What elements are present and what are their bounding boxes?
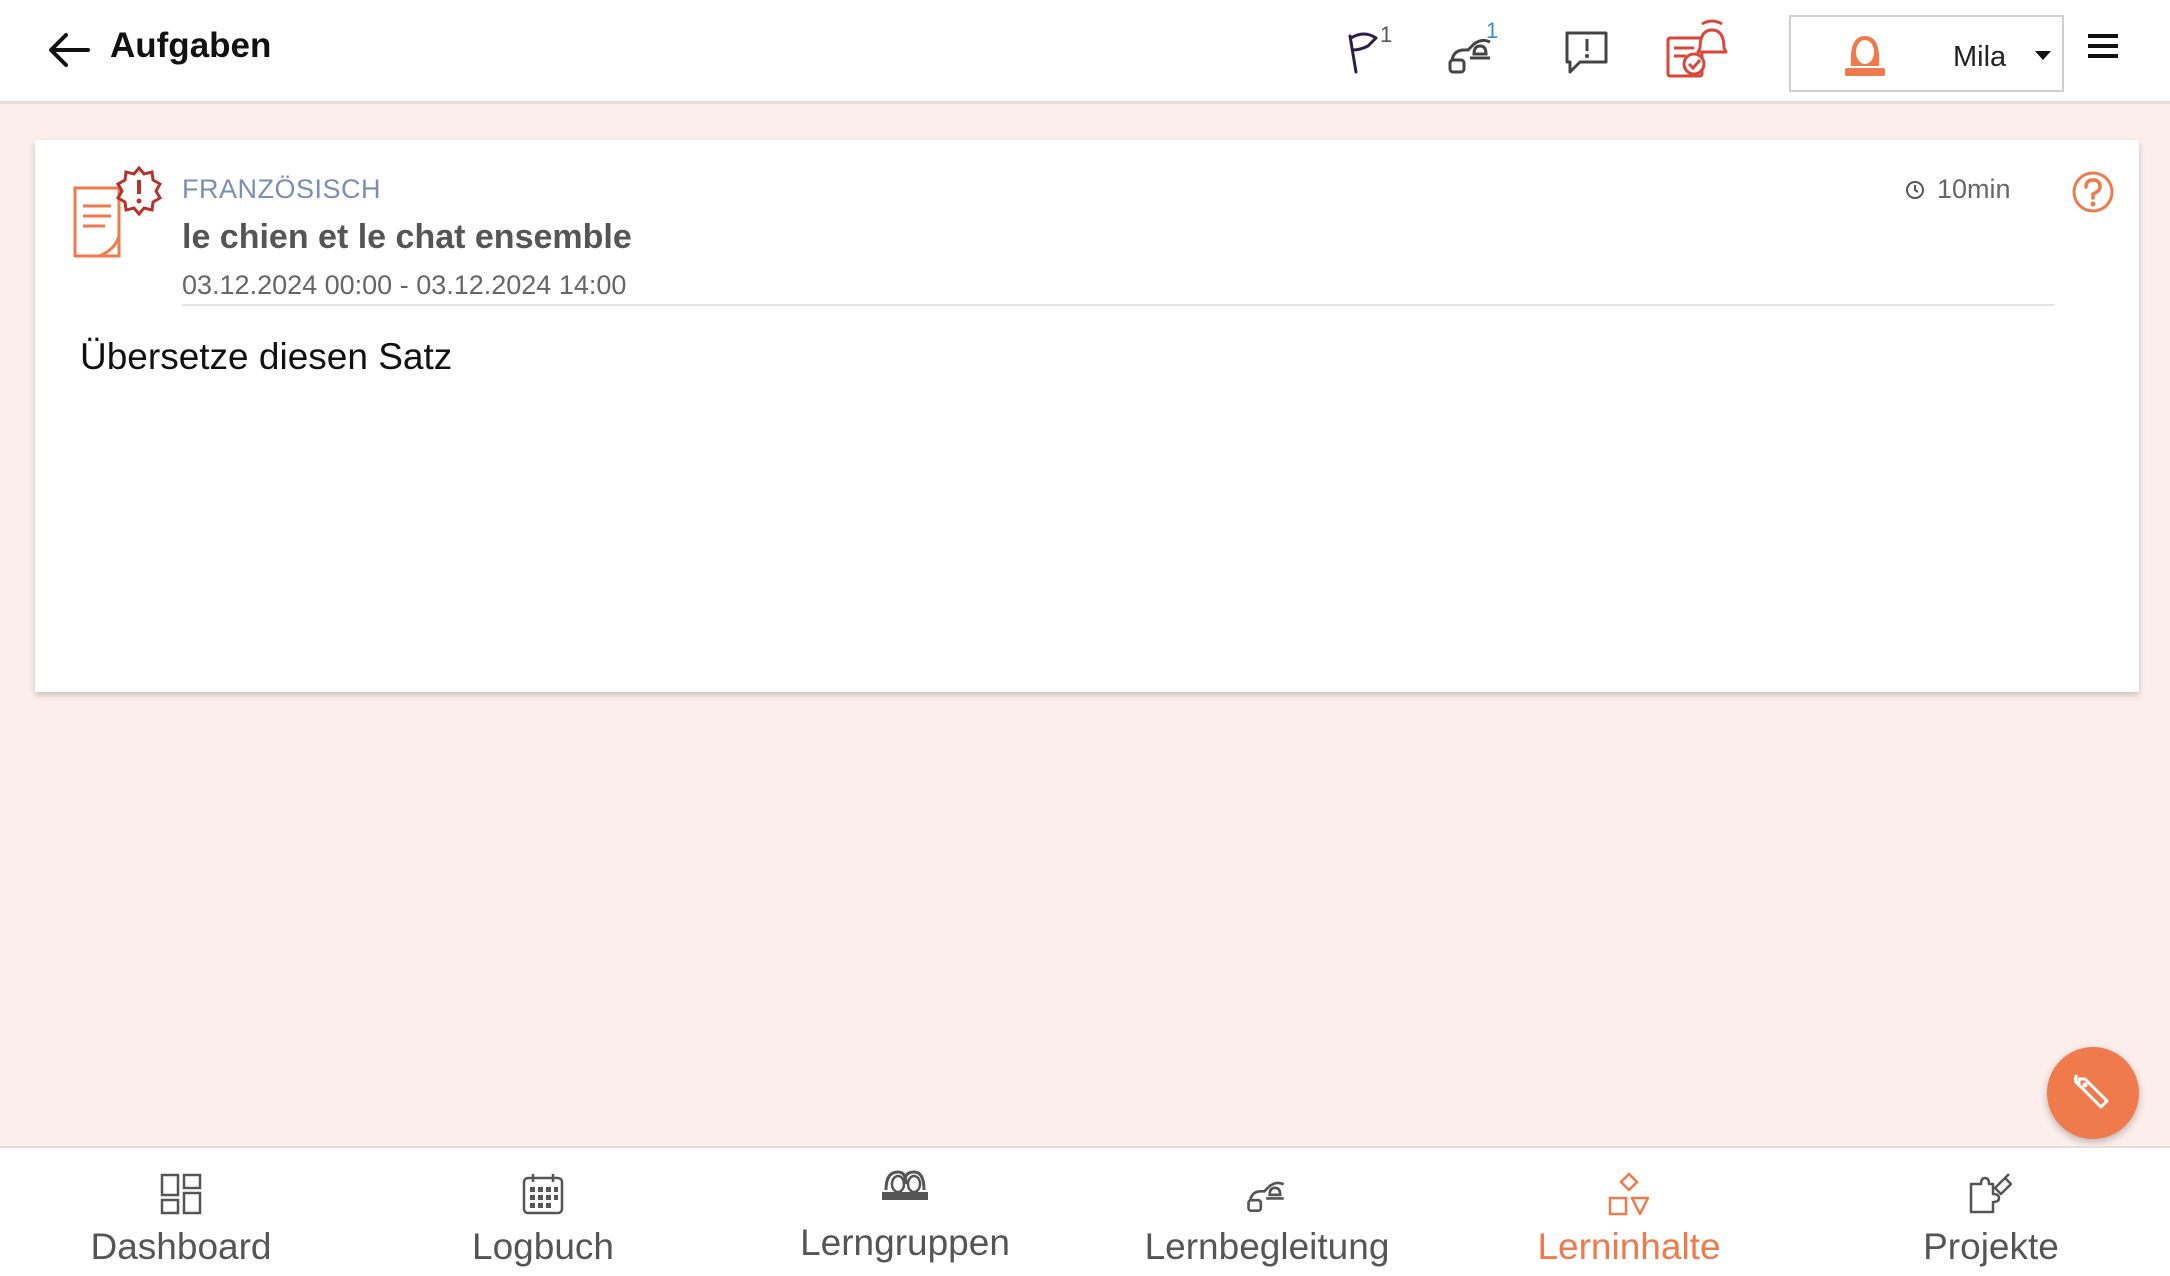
nav-item-lernbegleitung[interactable]: Lernbegleitung	[1086, 1148, 1448, 1276]
arrow-left-icon	[49, 33, 90, 67]
calendar-icon	[522, 1174, 564, 1215]
user-name: Mila	[1953, 41, 2007, 73]
task-date-range: 03.12.2024 00:00 - 03.12.2024 14:00	[182, 270, 627, 300]
clock-icon	[1906, 180, 1924, 199]
nav-label: Lerninhalte	[1537, 1226, 1721, 1267]
nav-item-projekte[interactable]: Projekte	[1810, 1148, 2170, 1276]
bottom-navigation: Dashboard Logbuch Lerngruppen Lernbeglei…	[0, 1146, 2170, 1276]
flag-badge: 1	[1380, 22, 1393, 47]
task-duration: 10min	[1905, 174, 2011, 205]
task-description: Übersetze diesen Satz	[80, 336, 453, 377]
puzzle-icon	[1969, 1173, 2013, 1214]
task-title: le chien et le chat ensemble	[182, 218, 632, 256]
user-avatar-icon	[1845, 36, 1885, 76]
task-card: FRANZÖSISCH le chien et le chat ensemble…	[35, 140, 2139, 692]
menu-icon	[2088, 34, 2118, 38]
message-alert-icon	[1565, 31, 1608, 74]
support-button[interactable]: 1	[1436, 18, 1508, 86]
tag-icon	[2073, 1074, 2109, 1109]
shapes-icon	[1608, 1172, 1650, 1216]
nav-item-dashboard[interactable]: Dashboard	[0, 1148, 362, 1276]
dashboard-icon	[160, 1173, 202, 1215]
back-button[interactable]	[44, 28, 92, 72]
nav-label: Projekte	[1923, 1226, 2059, 1267]
group-icon	[882, 1170, 928, 1200]
support-icon	[1247, 1181, 1285, 1213]
task-document-alert-icon	[73, 165, 163, 258]
help-circle-icon	[2072, 171, 2114, 213]
task-subject: FRANZÖSISCH	[182, 174, 382, 204]
card-divider	[182, 304, 2054, 306]
user-select[interactable]: Mila	[1789, 15, 2064, 92]
nav-item-lerngruppen[interactable]: Lerngruppen	[724, 1148, 1086, 1276]
nav-label: Lernbegleitung	[1144, 1226, 1390, 1267]
nav-label: Logbuch	[472, 1226, 614, 1267]
help-button[interactable]	[2071, 170, 2115, 219]
hamburger-menu-button[interactable]	[2088, 34, 2124, 70]
tag-action-button[interactable]	[2047, 1047, 2139, 1139]
support-badge: 1	[1486, 18, 1499, 43]
nav-label: Dashboard	[90, 1226, 272, 1267]
caret-down-icon	[2035, 51, 2051, 60]
app-header: Aufgaben 1 1 Mila	[0, 0, 2170, 104]
task-duration-value: 10min	[1937, 174, 2011, 204]
flag-button[interactable]: 1	[1336, 18, 1408, 86]
nav-item-lerninhalte[interactable]: Lerninhalte	[1448, 1148, 1810, 1276]
task-reminder-button[interactable]	[1658, 18, 1730, 86]
task-alarm-icon	[1666, 19, 1728, 78]
page-title: Aufgaben	[110, 26, 272, 65]
feedback-button[interactable]	[1552, 18, 1624, 86]
nav-label: Lerngruppen	[800, 1222, 1010, 1263]
nav-item-logbuch[interactable]: Logbuch	[362, 1148, 724, 1276]
